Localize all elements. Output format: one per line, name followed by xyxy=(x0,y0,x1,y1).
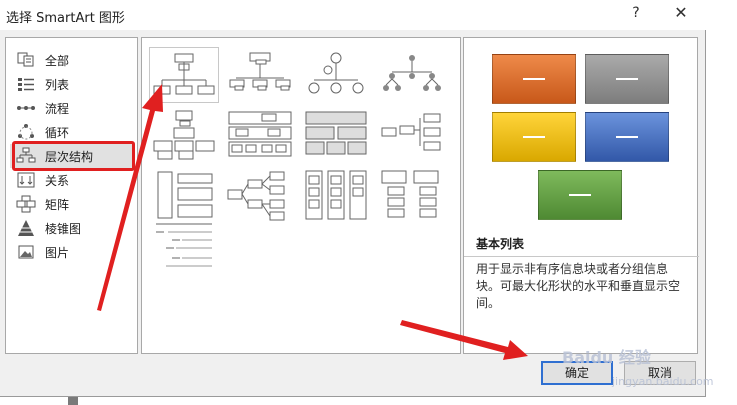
category-list: 全部 列表 流程 循环 层次结构 关系 矩阵 棱锥图 图片 xyxy=(5,37,138,354)
category-item-picture[interactable]: 图片 xyxy=(10,240,134,264)
category-item-list[interactable]: 列表 xyxy=(10,72,134,96)
matrix-icon xyxy=(16,195,36,213)
relationship-icon xyxy=(17,172,35,188)
lined-list-icon xyxy=(305,170,367,220)
category-item-all[interactable]: 全部 xyxy=(10,48,134,72)
category-label: 全部 xyxy=(45,54,70,68)
horizontal-lines-icon xyxy=(156,223,212,267)
dot-hierarchy-icon xyxy=(383,55,441,91)
preview-block-text xyxy=(569,194,591,196)
layout-thumb-horizontal-org[interactable] xyxy=(378,108,446,162)
layout-thumb-dot-hierarchy[interactable] xyxy=(378,48,446,102)
background-stub xyxy=(68,397,78,405)
name-title-org-icon xyxy=(229,52,291,91)
preview-block-text xyxy=(523,78,545,80)
layout-gallery xyxy=(141,37,461,354)
category-label: 流程 xyxy=(45,102,70,116)
hierarchy-list-icon xyxy=(157,171,213,219)
watermark-logo: Baidu 经验 xyxy=(562,348,651,367)
all-icon xyxy=(17,52,34,67)
org-chart-icon xyxy=(153,53,215,95)
preview-block-blue xyxy=(585,112,669,162)
category-label: 列表 xyxy=(45,78,70,92)
picture-icon xyxy=(18,245,34,259)
pyramid-icon xyxy=(18,220,34,236)
preview-block-text xyxy=(523,136,545,138)
layout-thumb-hierarchy[interactable] xyxy=(150,108,218,162)
process-icon xyxy=(17,106,35,110)
layout-thumb-circle-org[interactable] xyxy=(302,48,370,102)
title-bar: 选择 SmartArt 图形 ? ✕ xyxy=(0,0,706,30)
category-label: 棱锥图 xyxy=(45,222,82,236)
layout-thumb-lined-list[interactable] xyxy=(302,168,370,222)
category-item-process[interactable]: 流程 xyxy=(10,96,134,120)
close-button[interactable]: ✕ xyxy=(668,3,694,27)
category-label: 图片 xyxy=(45,246,70,260)
horizontal-hierarchy-icon xyxy=(227,171,285,221)
category-label: 矩阵 xyxy=(45,198,70,212)
smartart-dialog: 选择 SmartArt 图形 ? ✕ 全部 列表 流程 循环 层次结构 关系 矩… xyxy=(0,0,706,397)
layout-thumb-horizontal-lines[interactable] xyxy=(150,220,218,274)
layout-thumb-org-chart[interactable] xyxy=(149,47,219,103)
layout-thumb-hierarchy-list[interactable] xyxy=(150,168,218,222)
preview-title: 基本列表 xyxy=(476,237,525,251)
category-item-pyramid[interactable]: 棱锥图 xyxy=(10,216,134,240)
preview-block-text xyxy=(616,78,638,80)
annotation-highlight-box xyxy=(12,141,135,171)
preview-panel: 基本列表 用于显示非有序信息块或者分组信息块。可最大化形状的水平和垂直显示空间。 xyxy=(463,37,699,355)
layout-thumb-name-title-org[interactable] xyxy=(226,48,294,102)
layout-thumb-vertical-box-hierarchy[interactable] xyxy=(378,168,446,222)
preview-block-gray xyxy=(585,54,669,104)
cycle-icon xyxy=(18,124,34,140)
background-outside-dialog xyxy=(706,0,737,405)
circle-org-icon xyxy=(308,52,364,94)
layout-thumb-labeled-hierarchy[interactable] xyxy=(226,108,294,162)
table-hierarchy-icon xyxy=(305,111,367,155)
labeled-hierarchy-icon xyxy=(228,111,292,157)
category-label: 循环 xyxy=(45,126,70,140)
watermark-domain: jingyan.baidu.com xyxy=(612,375,714,388)
dialog-title: 选择 SmartArt 图形 xyxy=(6,11,125,26)
category-item-matrix[interactable]: 矩阵 xyxy=(10,192,134,216)
preview-block-orange xyxy=(492,54,576,104)
hierarchy-layout-icon xyxy=(153,110,215,160)
layout-thumb-horizontal-hierarchy[interactable] xyxy=(226,168,294,222)
help-button[interactable]: ? xyxy=(626,5,646,25)
list-icon xyxy=(18,78,34,91)
category-item-relationship[interactable]: 关系 xyxy=(10,168,134,192)
layout-thumb-table-hierarchy[interactable] xyxy=(302,108,370,162)
horizontal-org-icon xyxy=(381,113,441,151)
preview-block-green xyxy=(538,170,622,220)
preview-description: 用于显示非有序信息块或者分组信息块。可最大化形状的水平和垂直显示空间。 xyxy=(464,256,699,355)
preview-block-text xyxy=(616,136,638,138)
preview-block-gold xyxy=(492,112,576,162)
category-label: 关系 xyxy=(45,174,70,188)
vertical-box-hierarchy-icon xyxy=(381,170,439,218)
